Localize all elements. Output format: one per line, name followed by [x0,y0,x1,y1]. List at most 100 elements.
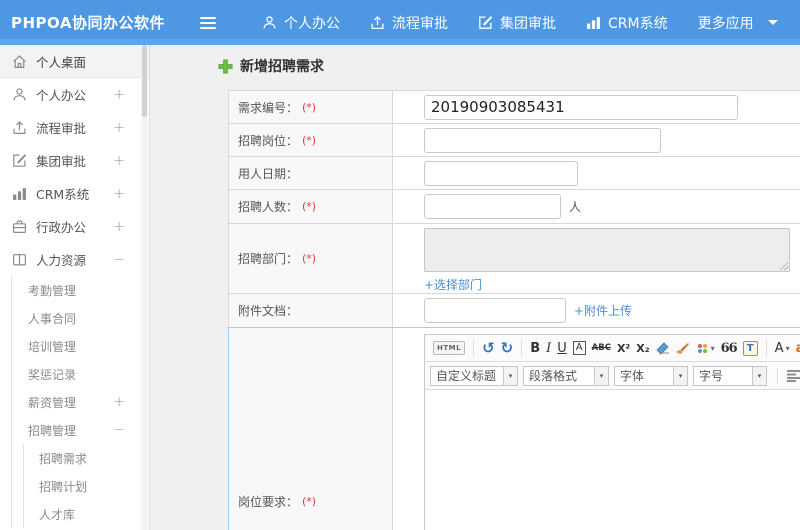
hire-date-input[interactable] [424,160,578,186]
topbar-item-personal-office[interactable]: 个人办公 [262,13,340,33]
clipboard-icon: T [742,340,758,356]
required-mark: (*) [302,200,317,213]
topbar-menu: 个人办公 流程审批 集团审批 CRM系统 更多应用 [232,13,778,33]
custom-title-select[interactable]: 自定义标题 ▾ [430,365,518,386]
align-left-icon [787,370,800,382]
resize-grip-icon[interactable] [778,260,788,270]
field-label: 招聘人数： [238,200,299,214]
undo-button[interactable]: ↺ [482,339,495,357]
expand-minus-icon[interactable]: − [113,422,125,438]
topbar-item-crm-system[interactable]: CRM系统 [586,13,668,33]
select-department-link[interactable]: +选择部门 [424,276,482,293]
expand-plus-icon[interactable]: + [113,120,125,136]
format-brush-button[interactable] [676,342,690,355]
sidebar-item-personnel-contract[interactable]: 人事合同 [12,304,149,332]
editor-toolbar-row2: 自定义标题 ▾ 段落格式 ▾ 字体 ▾ 字号 ▾ [425,362,800,390]
attachment-input[interactable] [424,298,566,323]
required-mark: (*) [302,252,317,265]
recruit-submenu: 招聘需求 招聘计划 人才库 [23,444,149,528]
content-area: 新增招聘需求 需求编号： (*) 招聘岗位： (*) [150,45,800,530]
sidebar-item-label: 行政办公 [36,220,87,235]
caret-down-icon: ▾ [710,343,715,353]
eraser-button[interactable] [655,341,670,355]
sidebar-scrollbar[interactable] [141,45,148,530]
font-family-select[interactable]: 字体 ▾ [614,365,688,386]
italic-button[interactable]: I [546,341,551,356]
topbar-item-label: CRM系统 [608,15,668,32]
briefcase-icon [13,220,26,233]
expand-minus-icon[interactable]: − [113,252,125,268]
expand-plus-icon[interactable]: + [113,394,125,410]
font-border-button[interactable]: A [572,341,586,355]
caret-down-icon [767,20,778,25]
topbar-item-label: 个人办公 [284,15,340,32]
book-icon [13,254,26,266]
sidebar-item-recruit-demand[interactable]: 招聘需求 [24,444,149,472]
sidebar-item-recruit-mgmt[interactable]: 招聘管理 − [12,416,149,444]
required-mark: (*) [302,133,317,147]
sidebar-item-workflow-approval[interactable]: 流程审批 + [0,111,149,144]
expand-plus-icon[interactable]: + [113,186,125,202]
font-size-select[interactable]: 字号 ▾ [693,365,767,386]
sidebar-item-attendance-mgmt[interactable]: 考勤管理 [12,276,149,304]
headcount-input[interactable] [424,194,561,219]
sidebar-item-salary-mgmt[interactable]: 薪资管理 + [12,388,149,416]
color-palette-button[interactable]: ▾ [696,342,715,355]
app-title: PHPOA协同办公软件 [11,14,165,32]
form-row-req-no: 需求编号： (*) [229,91,800,124]
sidebar-item-recruit-plan[interactable]: 招聘计划 [24,472,149,500]
hamburger-menu-icon[interactable] [200,14,218,32]
caret-down-icon: ▾ [673,366,687,385]
sidebar-item-human-resources[interactable]: 人力资源 − [0,243,149,276]
sidebar-item-reward-punishment[interactable]: 奖惩记录 [12,360,149,388]
bold-button[interactable]: B [530,341,540,356]
expand-plus-icon[interactable]: + [113,87,125,103]
add-plus-icon [218,58,233,74]
font-color-button[interactable]: A ▾ [775,341,790,356]
underline-button[interactable]: U [557,341,567,356]
blockquote-button[interactable]: 66 [721,341,738,356]
department-textarea[interactable] [424,228,790,272]
sidebar-item-training-mgmt[interactable]: 培训管理 [12,332,149,360]
html-source-button[interactable]: HTML [433,341,466,355]
topbar-item-more-apps[interactable]: 更多应用 [698,13,778,33]
paste-button[interactable]: T [742,340,758,356]
caret-down-icon: ▾ [594,366,608,385]
sidebar-item-label: 个人办公 [36,88,87,103]
form-row-job-requirements: 岗位要求： (*) HTML ↺ ↻ B I U A ABC X² X₂ ▾ 6… [228,327,800,530]
sidebar-item-group-approval[interactable]: 集团审批 + [0,144,149,177]
field-label: 招聘部门： [238,252,299,266]
background-color-button[interactable]: a [796,341,800,356]
superscript-button[interactable]: X² [617,342,630,355]
position-input[interactable] [424,127,661,153]
req-no-input[interactable] [424,94,738,120]
sidebar-item-admin-office[interactable]: 行政办公 + [0,210,149,243]
eraser-icon [655,341,669,354]
sidebar-item-personal-desktop[interactable]: 个人桌面 [0,45,149,78]
required-mark: (*) [302,100,317,114]
sidebar-item-personal-office[interactable]: 个人办公 + [0,78,149,111]
brush-icon [676,342,689,354]
field-label: 岗位要求： [238,494,299,509]
attachment-upload-link[interactable]: +附件上传 [574,302,632,319]
sidebar-item-label: 流程审批 [36,121,87,136]
paragraph-format-select[interactable]: 段落格式 ▾ [523,365,609,386]
topbar-item-group-approval[interactable]: 集团审批 [478,13,556,33]
headcount-unit: 人 [569,200,582,214]
expand-plus-icon[interactable]: + [113,153,125,169]
redo-button[interactable]: ↻ [501,339,514,357]
editor-content-area[interactable] [425,390,800,530]
topbar-item-workflow-approval[interactable]: 流程审批 [370,13,448,33]
sidebar: 个人桌面 个人办公 + 流程审批 + 集团审批 + CRM系统 + 行政办公 + [0,45,150,530]
sidebar-item-talent-pool[interactable]: 人才库 [24,500,149,528]
sidebar-item-crm-system[interactable]: CRM系统 + [0,177,149,210]
scrollbar-thumb[interactable] [142,45,147,117]
hr-submenu: 考勤管理 人事合同 培训管理 奖惩记录 薪资管理 + 招聘管理 − 招聘需求 招… [11,276,149,528]
subscript-button[interactable]: X₂ [636,342,649,355]
caret-down-icon: ▾ [752,366,766,385]
align-left-button[interactable] [787,369,800,382]
bar-chart-icon [587,17,600,29]
sidebar-item-label: 个人桌面 [36,54,87,70]
expand-plus-icon[interactable]: + [113,219,125,235]
strikethrough-button[interactable]: ABC [592,343,611,353]
